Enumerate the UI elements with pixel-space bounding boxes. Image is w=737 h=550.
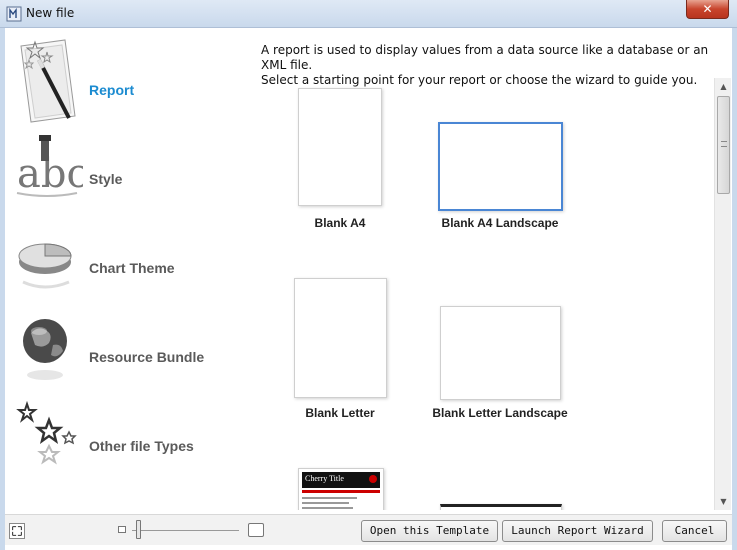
window-frame-right: [732, 28, 737, 550]
template-thumbnail: [440, 504, 562, 510]
zoom-slider-track[interactable]: [132, 530, 239, 531]
cancel-button[interactable]: Cancel: [662, 520, 727, 542]
template-thumbnail: [294, 278, 387, 398]
template-partial[interactable]: [440, 504, 562, 510]
template-thumbnail: [298, 88, 382, 206]
globe-icon: [23, 319, 67, 380]
stars-icon: [16, 400, 77, 465]
sidebar-item-report[interactable]: Report: [5, 38, 245, 124]
sidebar-item-chart-theme[interactable]: Chart Theme: [5, 216, 245, 302]
sidebar-item-label: Resource Bundle: [89, 349, 205, 365]
open-template-button[interactable]: Open this Template: [361, 520, 498, 542]
template-blank-a4-landscape[interactable]: Blank A4 Landscape: [430, 122, 570, 238]
window-title: New file: [26, 6, 75, 20]
sidebar-item-label: Other file Types: [89, 438, 194, 454]
description-line-1: A report is used to display values from …: [261, 43, 709, 72]
pie-chart-icon: [18, 243, 72, 289]
report-wand-icon: [20, 39, 76, 123]
template-scrollbar[interactable]: ▲ ▼: [714, 78, 731, 510]
template-thumbnail: [440, 306, 561, 400]
template-label: Blank A4 Landscape: [441, 216, 559, 230]
sidebar-item-label: Style: [89, 171, 123, 187]
template-blank-letter[interactable]: Blank Letter: [290, 278, 390, 423]
zoom-slider-handle[interactable]: [136, 520, 141, 539]
zoom-in-icon[interactable]: [248, 523, 264, 537]
scroll-down-arrow-icon[interactable]: ▼: [715, 493, 732, 510]
launch-wizard-button[interactable]: Launch Report Wizard: [502, 520, 653, 542]
file-type-sidebar: Report abc Style Chart Theme Resource Bu…: [5, 30, 245, 510]
zoom-out-icon[interactable]: [118, 526, 126, 533]
grip-icon: [721, 141, 727, 147]
scroll-thumb[interactable]: [717, 96, 730, 194]
sidebar-item-other-file-types[interactable]: Other file Types: [5, 394, 245, 480]
sidebar-item-label: Chart Theme: [89, 260, 175, 276]
cherry-header: Cherry Title: [302, 472, 380, 488]
svg-text:abc: abc: [17, 151, 83, 197]
template-thumbnail: [438, 122, 563, 211]
close-button[interactable]: ✕: [686, 0, 729, 19]
cherry-line: [302, 497, 357, 499]
template-blank-a4[interactable]: Blank A4: [296, 88, 384, 238]
sidebar-item-resource-bundle[interactable]: Resource Bundle: [5, 305, 245, 391]
bottom-bar: Open this Template Launch Report Wizard …: [5, 514, 732, 545]
template-gallery: Blank A4 Blank A4 Landscape Blank Letter…: [250, 78, 712, 510]
cherry-bar: [302, 490, 380, 493]
scroll-up-arrow-icon[interactable]: ▲: [715, 78, 732, 95]
app-icon: [6, 6, 22, 22]
cherry-line: [302, 507, 353, 509]
template-blank-letter-landscape[interactable]: Blank Letter Landscape: [426, 306, 574, 423]
template-label: Blank Letter: [305, 406, 375, 420]
cherry-title-text: Cherry Title: [305, 474, 344, 483]
sidebar-item-style[interactable]: abc Style: [5, 127, 245, 213]
template-label: Blank Letter Landscape: [432, 406, 568, 420]
title-bar: New file ✕: [0, 0, 737, 28]
template-label: Blank A4: [314, 216, 366, 230]
style-abc-icon: abc: [16, 135, 83, 197]
expand-icon[interactable]: [9, 523, 25, 539]
sidebar-item-label: Report: [89, 82, 135, 98]
cherry-line: [302, 502, 349, 504]
template-cherry-title[interactable]: Cherry Title: [296, 468, 386, 510]
cherry-icon: [369, 475, 377, 483]
template-thumbnail: Cherry Title: [298, 468, 384, 510]
